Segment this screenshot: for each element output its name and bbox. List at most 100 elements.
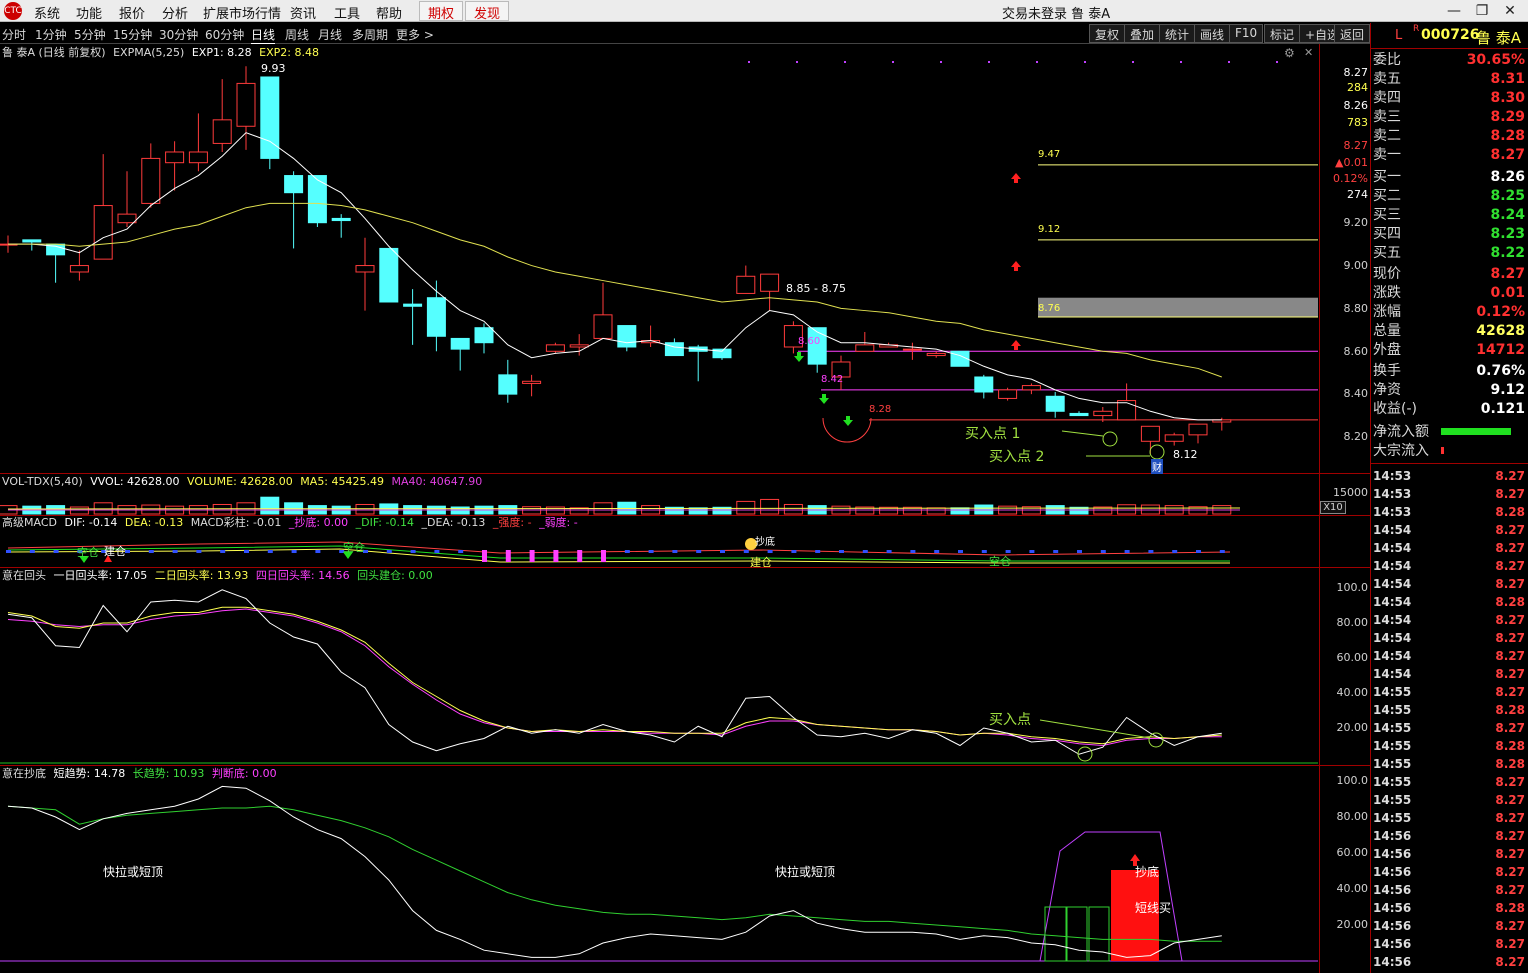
tick-price: 8.27: [1495, 829, 1525, 843]
tick-price: 8.27: [1495, 631, 1525, 645]
minimize-icon[interactable]: —: [1440, 2, 1468, 20]
block-flow-bar: [1441, 447, 1444, 454]
finance-badge[interactable]: 财: [1151, 459, 1163, 474]
tick-row: 14:56 8.27: [1373, 953, 1527, 971]
short-trend-line: [7, 785, 1222, 958]
tick-row: 14:56 8.27: [1373, 845, 1527, 863]
macd-bar: [791, 550, 797, 553]
signal-dot: [940, 61, 942, 63]
quote-label: 净资: [1373, 382, 1401, 398]
macd-bar: [1172, 550, 1178, 553]
macd-bar: [148, 550, 154, 553]
quote-row: 现价 8.27: [1373, 265, 1527, 283]
tick-row: 14:54 8.27: [1373, 557, 1527, 575]
tick-time: 14:55: [1373, 757, 1412, 771]
macd-bar: [505, 550, 511, 562]
tick-time: 14:53: [1373, 487, 1412, 501]
macd-bar: [386, 550, 392, 553]
candle-body: [22, 239, 42, 243]
tick-row: 14:53 8.28: [1373, 503, 1527, 521]
macd-bar: [862, 550, 868, 553]
macd-build-2: 建仓: [750, 556, 772, 569]
tick-price: 8.28: [1495, 505, 1525, 519]
quote-row: 卖五 8.31: [1373, 70, 1527, 88]
quote-value: 9.12: [1490, 382, 1525, 398]
macd-bar: [291, 550, 297, 553]
candle-body: [1021, 385, 1041, 391]
macd-bar: [934, 550, 940, 553]
tick-price: 8.27: [1495, 937, 1525, 951]
quote-label: 收益(-): [1373, 401, 1417, 417]
stock-name: 鲁 泰A: [1476, 29, 1522, 47]
quote-label: 买四: [1373, 226, 1401, 242]
quote-row: 总量 42628: [1373, 322, 1527, 340]
tick-row: 14:54 8.27: [1373, 629, 1527, 647]
quote-value: 8.22: [1490, 245, 1525, 261]
macd-empty-3: 空仓: [989, 555, 1011, 568]
tick-row: 14:54 8.28: [1373, 593, 1527, 611]
macd-empty-1: 空仓: [77, 546, 99, 559]
macd-bar: [577, 550, 583, 562]
tick-row: 14:54 8.27: [1373, 611, 1527, 629]
resistance-band: [1038, 297, 1318, 317]
tick-row: 14:56 8.27: [1373, 827, 1527, 845]
line-912-label: 9.12: [1038, 224, 1061, 235]
tick-row: 14:53 8.27: [1373, 467, 1527, 485]
tick-time: 14:54: [1373, 559, 1412, 573]
macd-bar: [624, 550, 630, 553]
candle-body: [307, 175, 327, 224]
tick-row: 14:55 8.27: [1373, 791, 1527, 809]
tick-price: 8.27: [1495, 487, 1525, 501]
price-tick: 8.60: [1343, 345, 1369, 358]
rate2-line: [7, 606, 1222, 745]
tick-price: 8.27: [1495, 955, 1525, 969]
tick-row: 14:55 8.27: [1373, 719, 1527, 737]
macd-bar: [315, 550, 321, 553]
range-label: 8.85 - 8.75: [786, 282, 846, 295]
maximize-icon[interactable]: ❐: [1468, 2, 1496, 20]
macd-bar: [529, 550, 535, 562]
tick-time: 14:55: [1373, 685, 1412, 699]
candle-body: [902, 348, 922, 351]
quote-value: 30.65%: [1466, 52, 1525, 68]
quote-value: 8.27: [1490, 147, 1525, 163]
signal-dot: [1228, 61, 1230, 63]
stock-code: 000726: [1421, 27, 1480, 43]
tick-time: 14:54: [1373, 541, 1412, 555]
high-price-label: 9.93: [261, 62, 286, 75]
quote-value: 42628: [1476, 323, 1525, 339]
quote-label: 换手: [1373, 363, 1401, 379]
price-tick: 8.80: [1343, 302, 1369, 315]
tick-time: 14:54: [1373, 631, 1412, 645]
axis-top-vol2: 783: [1347, 116, 1368, 129]
macd-bar: [458, 550, 464, 553]
tick-row: 14:56 8.28: [1373, 899, 1527, 917]
macd-bar: [1029, 550, 1035, 553]
quote-label: 涨幅: [1373, 304, 1401, 320]
volume-bar: [760, 498, 780, 515]
quote-value: 0.121: [1480, 401, 1525, 417]
axis-top-price3: 8.27: [1343, 139, 1369, 152]
line-842-label: 8.42: [821, 374, 844, 385]
candle-body: [141, 157, 161, 204]
quote-label: 卖二: [1373, 128, 1401, 144]
tick-row: 14:56 8.27: [1373, 881, 1527, 899]
tick-price: 8.27: [1495, 577, 1525, 591]
close-icon[interactable]: ✕: [1496, 2, 1524, 20]
buy-circle-1: [1102, 431, 1118, 447]
quote-row: 涨幅 0.12%: [1373, 303, 1527, 321]
chaodi-tick: 80.00: [1336, 810, 1369, 823]
chart-canvas[interactable]: [0, 0, 1370, 973]
quote-label: 大宗流入: [1373, 443, 1429, 459]
tick-time: 14:55: [1373, 739, 1412, 753]
tick-time: 14:55: [1373, 793, 1412, 807]
chaodi-tick: 60.00: [1336, 846, 1369, 859]
tick-row: 14:54 8.27: [1373, 575, 1527, 593]
price-tick: 9.20: [1343, 216, 1369, 229]
tick-row: 14:54 8.27: [1373, 647, 1527, 665]
quote-value: 8.28: [1490, 128, 1525, 144]
macd-bar: [815, 550, 821, 553]
chaodi-tick: 20.00: [1336, 918, 1369, 931]
vol-axis-label: 15000: [1333, 486, 1368, 499]
price-tick: 8.20: [1343, 430, 1369, 443]
